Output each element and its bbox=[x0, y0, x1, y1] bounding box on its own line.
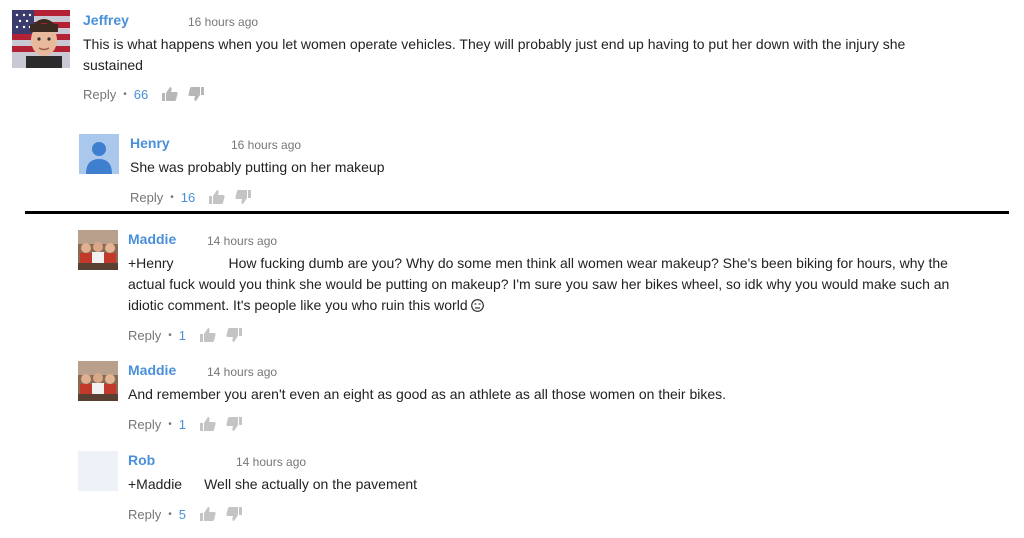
comment-timestamp[interactable]: 16 hours ago bbox=[188, 15, 258, 29]
mention-link[interactable]: +Henry bbox=[128, 253, 174, 274]
separator-dot: • bbox=[123, 88, 127, 100]
like-count: 1 bbox=[178, 416, 186, 432]
thumbs-down-icon[interactable] bbox=[235, 190, 252, 204]
reply-button[interactable]: Reply bbox=[128, 328, 161, 343]
comment-text: And remember you aren't even an eight as… bbox=[128, 386, 727, 402]
comment-author[interactable]: Maddie bbox=[128, 231, 176, 247]
thumbs-down-icon[interactable] bbox=[226, 417, 242, 431]
thumbs-down-icon[interactable] bbox=[226, 507, 242, 521]
avatar-henry[interactable] bbox=[79, 134, 119, 174]
separator-dot: • bbox=[168, 418, 172, 430]
comment-jeffrey: Jeffrey 16 hours ago This is what happen… bbox=[12, 10, 1012, 110]
comment-text: She was probably putting on her makeup bbox=[130, 159, 385, 175]
like-count: 16 bbox=[180, 189, 196, 205]
reply-button[interactable]: Reply bbox=[130, 190, 163, 205]
comment-author[interactable]: Jeffrey bbox=[83, 12, 129, 28]
comment-text: Well she actually on the pavement bbox=[204, 476, 418, 492]
separator-dot: • bbox=[170, 191, 174, 203]
separator-dot: • bbox=[168, 508, 172, 520]
comment-timestamp[interactable]: 14 hours ago bbox=[236, 455, 306, 469]
comment-author[interactable]: Rob bbox=[128, 452, 155, 468]
thumbs-up-icon[interactable] bbox=[162, 87, 178, 101]
like-count: 66 bbox=[133, 86, 149, 102]
comment-timestamp[interactable]: 16 hours ago bbox=[231, 138, 301, 152]
comment-text: How fucking dumb are you? Why do some me… bbox=[128, 255, 950, 313]
comment-text-block: +Henry How fucking dumb are you? Why do s… bbox=[128, 253, 958, 316]
divider-line bbox=[25, 211, 1009, 214]
comment-text: This is what happens when you let women … bbox=[83, 36, 906, 73]
separator-dot: • bbox=[168, 329, 172, 341]
mention-link[interactable]: +Maddie bbox=[128, 474, 182, 495]
comment-author[interactable]: Henry bbox=[130, 135, 170, 151]
reply-button[interactable]: Reply bbox=[83, 87, 116, 102]
avatar-maddie[interactable] bbox=[78, 230, 118, 270]
comment-maddie-1: Maddie 14 hours ago +Henry How fucking du… bbox=[78, 230, 1008, 348]
reply-button[interactable]: Reply bbox=[128, 507, 161, 522]
comment-timestamp[interactable]: 14 hours ago bbox=[207, 365, 277, 379]
avatar-rob[interactable] bbox=[78, 451, 118, 491]
comment-maddie-2: Maddie 14 hours ago And remember you are… bbox=[78, 361, 1008, 439]
avatar-maddie[interactable] bbox=[78, 361, 118, 401]
thumbs-up-icon[interactable] bbox=[209, 190, 225, 204]
comment-henry: Henry 16 hours ago She was probably putt… bbox=[79, 134, 999, 209]
thumbs-down-icon[interactable] bbox=[188, 87, 205, 101]
thumbs-up-icon[interactable] bbox=[200, 417, 216, 431]
like-count: 1 bbox=[178, 327, 186, 343]
comment-text-block: +Maddie Well she actually on the pavement bbox=[128, 474, 1008, 495]
comment-timestamp[interactable]: 14 hours ago bbox=[207, 234, 277, 248]
comment-author[interactable]: Maddie bbox=[128, 362, 176, 378]
thumbs-up-icon[interactable] bbox=[200, 507, 216, 521]
thumbs-down-icon[interactable] bbox=[226, 328, 242, 342]
unamused-face-emoji bbox=[470, 297, 484, 312]
avatar-jeffrey[interactable] bbox=[12, 10, 70, 68]
reply-button[interactable]: Reply bbox=[128, 417, 161, 432]
comment-rob: Rob 14 hours ago +Maddie Well she actuall… bbox=[78, 451, 1008, 531]
like-count: 5 bbox=[178, 506, 186, 522]
thumbs-up-icon[interactable] bbox=[200, 328, 216, 342]
